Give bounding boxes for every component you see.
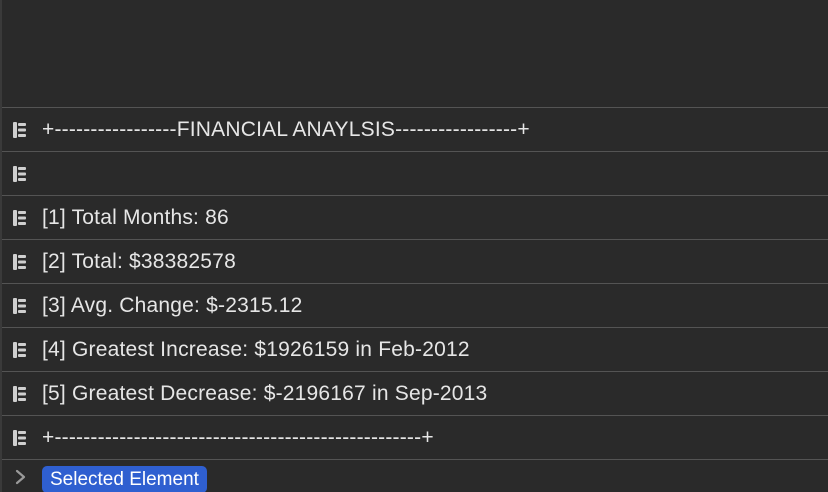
log-text: [5] Greatest Decrease: $-2196167 in Sep-… (42, 381, 488, 405)
chevron-right-icon[interactable] (14, 468, 28, 486)
console-log-row[interactable]: [3] Avg. Change: $-2315.12 (2, 284, 828, 328)
console-prompt[interactable]: Selected Element (2, 460, 828, 492)
log-entry-icon (13, 429, 26, 446)
log-entry-icon (13, 253, 26, 270)
selected-element-badge[interactable]: Selected Element (42, 466, 207, 492)
log-text: +---------------------------------------… (42, 425, 434, 449)
log-entry-icon (13, 341, 26, 358)
console-empty-area (2, 0, 828, 108)
log-entry-icon (13, 165, 26, 182)
console-panel: +-----------------FINANCIAL ANAYLSIS----… (0, 0, 828, 492)
log-text: [3] Avg. Change: $-2315.12 (42, 293, 303, 317)
log-entry-icon (13, 121, 26, 138)
console-log-row[interactable]: +-----------------FINANCIAL ANAYLSIS----… (2, 108, 828, 152)
log-entry-icon (13, 209, 26, 226)
log-text: [4] Greatest Increase: $1926159 in Feb-2… (42, 337, 470, 361)
console-log-row[interactable]: [1] Total Months: 86 (2, 196, 828, 240)
log-text: [1] Total Months: 86 (42, 205, 229, 229)
log-text: +-----------------FINANCIAL ANAYLSIS----… (42, 117, 530, 141)
log-entry-icon (13, 297, 26, 314)
log-entry-icon (13, 385, 26, 402)
console-log-row[interactable]: [5] Greatest Decrease: $-2196167 in Sep-… (2, 372, 828, 416)
console-log-row[interactable]: [2] Total: $38382578 (2, 240, 828, 284)
log-text: [2] Total: $38382578 (42, 249, 236, 273)
console-log-row[interactable]: +---------------------------------------… (2, 416, 828, 460)
console-log-row[interactable]: [4] Greatest Increase: $1926159 in Feb-2… (2, 328, 828, 372)
console-log-row[interactable] (2, 152, 828, 196)
